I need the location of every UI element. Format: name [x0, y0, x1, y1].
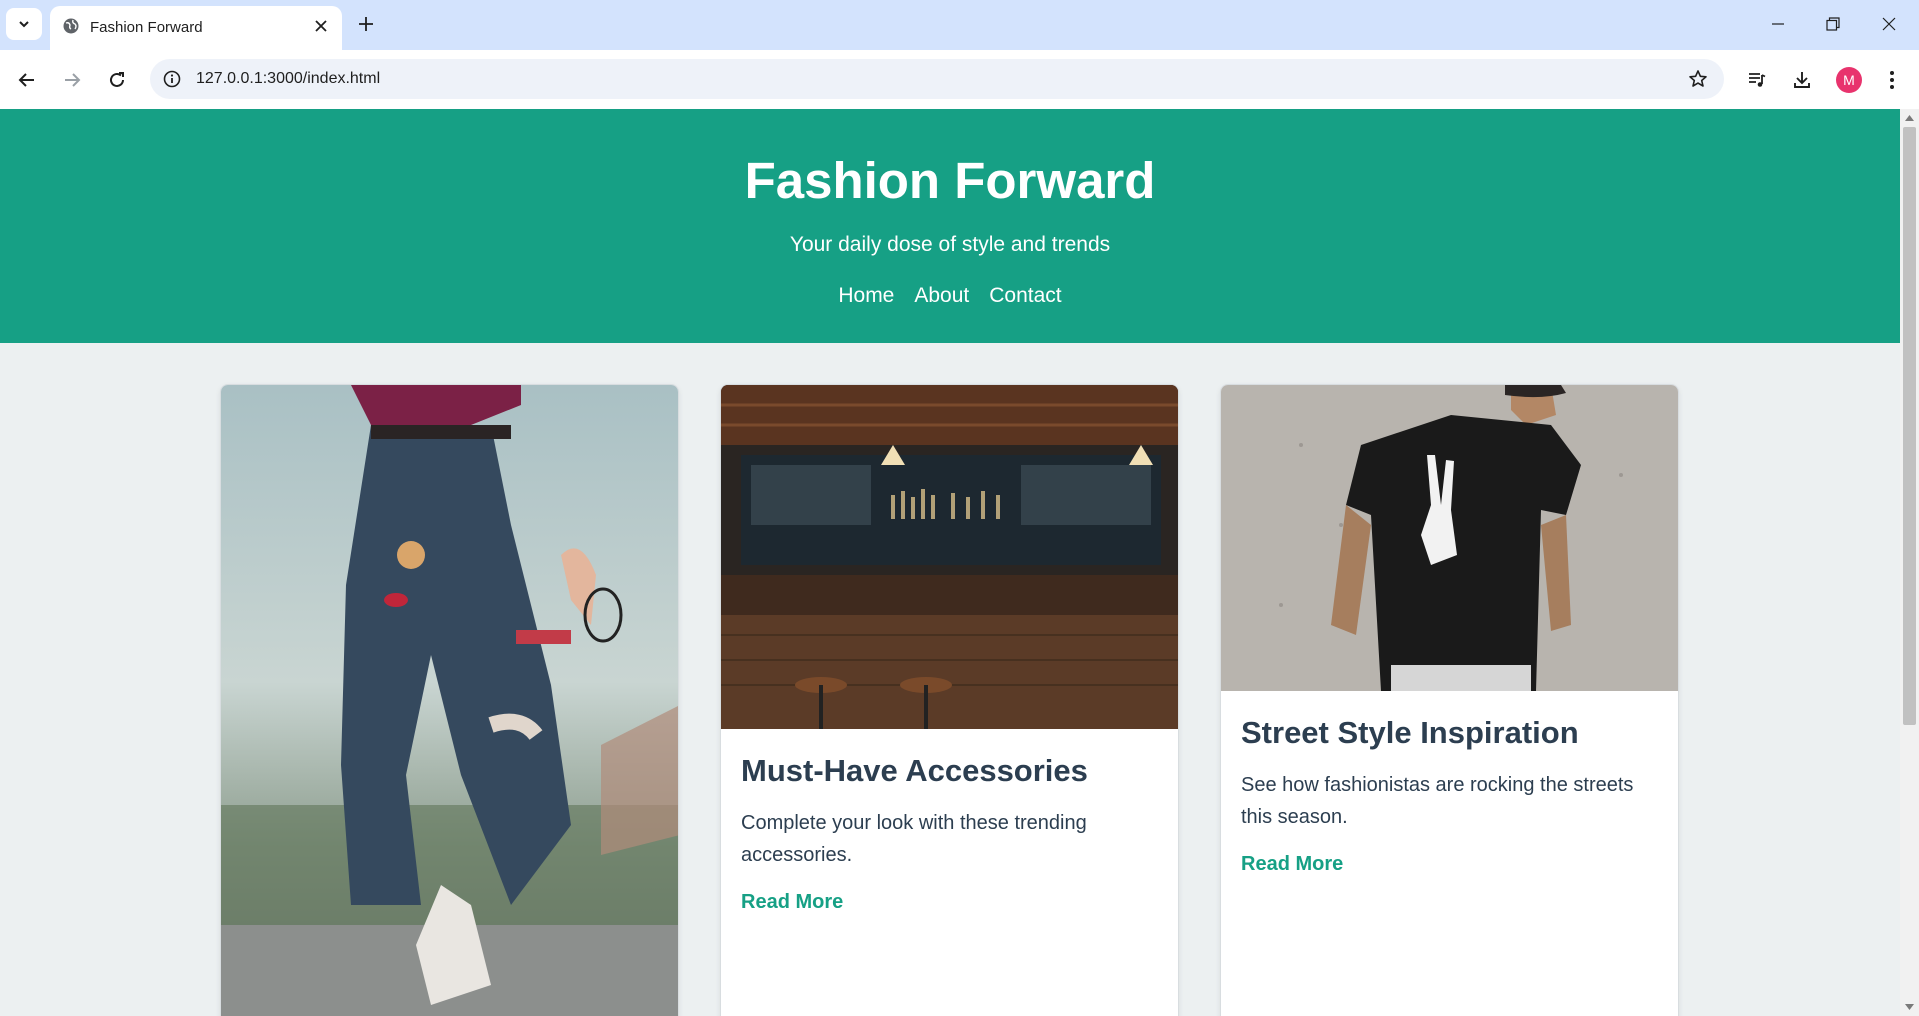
article-card — [220, 384, 679, 1016]
media-controls-button[interactable] — [1739, 62, 1775, 98]
reload-icon — [110, 72, 124, 87]
plus-icon — [359, 17, 373, 31]
site-tagline: Your daily dose of style and trends — [789, 233, 1111, 256]
page-viewport: Fashion Forward Your daily dose of style… — [0, 109, 1900, 1016]
card-body: Street Style Inspiration See how fashion… — [1241, 715, 1658, 876]
card-body: Must-Have Accessories Complete your look… — [741, 753, 1158, 914]
site-info-button[interactable] — [160, 67, 184, 91]
bar-photo — [721, 385, 1178, 729]
minimize-icon — [1772, 23, 1784, 25]
address-bar[interactable]: 127.0.0.1:3000/index.html — [150, 59, 1724, 99]
card-text: See how fashionistas are rocking the str… — [1241, 774, 1634, 828]
arrow-left-icon — [18, 73, 34, 87]
restore-button[interactable] — [1806, 4, 1860, 44]
bookmark-button[interactable] — [1686, 67, 1710, 91]
triangle-down-icon — [1905, 1004, 1914, 1010]
downloads-button[interactable] — [1784, 62, 1820, 98]
back-button[interactable] — [9, 62, 45, 98]
card-title: Street Style Inspiration — [1241, 715, 1579, 750]
scroll-down-button[interactable] — [1900, 998, 1919, 1016]
nav-link-contact[interactable]: Contact — [989, 284, 1061, 308]
nav-link-home[interactable]: Home — [838, 284, 894, 308]
url-text: 127.0.0.1:3000/index.html — [196, 70, 381, 87]
scroll-up-button[interactable] — [1900, 109, 1919, 127]
card-text: Complete your look with these trending a… — [741, 812, 1087, 866]
profile-avatar[interactable]: M — [1836, 67, 1862, 93]
download-icon — [1794, 72, 1810, 88]
read-more-link[interactable]: Read More — [1241, 853, 1343, 876]
close-icon — [1882, 17, 1896, 31]
street-style-photo — [1221, 385, 1678, 691]
close-icon — [315, 20, 327, 32]
site-title: Fashion Forward — [744, 152, 1156, 209]
tab-title: Fashion Forward — [90, 19, 203, 36]
star-icon — [1689, 70, 1707, 87]
triangle-up-icon — [1905, 115, 1914, 121]
tab-search-button[interactable] — [6, 8, 42, 40]
playlist-music-icon — [1749, 73, 1766, 87]
close-window-button[interactable] — [1862, 4, 1916, 44]
browser-tab[interactable]: Fashion Forward — [50, 6, 342, 50]
article-card: Street Style Inspiration See how fashion… — [1220, 384, 1679, 1016]
reload-button[interactable] — [99, 62, 135, 98]
card-image-jeans — [221, 385, 678, 1016]
read-more-link[interactable]: Read More — [741, 891, 843, 914]
new-tab-button[interactable] — [352, 10, 380, 38]
info-icon — [163, 70, 181, 88]
more-vert-icon — [1890, 71, 1894, 89]
arrow-right-icon — [65, 73, 81, 87]
card-image-street — [1221, 385, 1678, 691]
card-image-bar — [721, 385, 1178, 729]
forward-button[interactable] — [54, 62, 90, 98]
chevron-down-icon — [19, 21, 29, 28]
scrollbar-thumb[interactable] — [1903, 127, 1916, 725]
article-card: Must-Have Accessories Complete your look… — [720, 384, 1179, 1016]
site-nav: Home About Contact — [0, 284, 1900, 308]
site-header: Fashion Forward Your daily dose of style… — [0, 109, 1900, 343]
browser-tabstrip: Fashion Forward — [0, 0, 1919, 50]
restore-icon — [1826, 17, 1840, 31]
card-title: Must-Have Accessories — [741, 753, 1088, 788]
browser-menu-button[interactable] — [1874, 62, 1910, 98]
browser-toolbar: 127.0.0.1:3000/index.html — [0, 50, 1919, 109]
tab-close-button[interactable] — [310, 15, 332, 37]
page-scrollbar[interactable] — [1900, 109, 1919, 1016]
nav-link-about[interactable]: About — [914, 284, 969, 308]
minimize-button[interactable] — [1751, 4, 1805, 44]
globe-icon — [63, 18, 79, 34]
jeans-photo — [221, 385, 678, 1016]
